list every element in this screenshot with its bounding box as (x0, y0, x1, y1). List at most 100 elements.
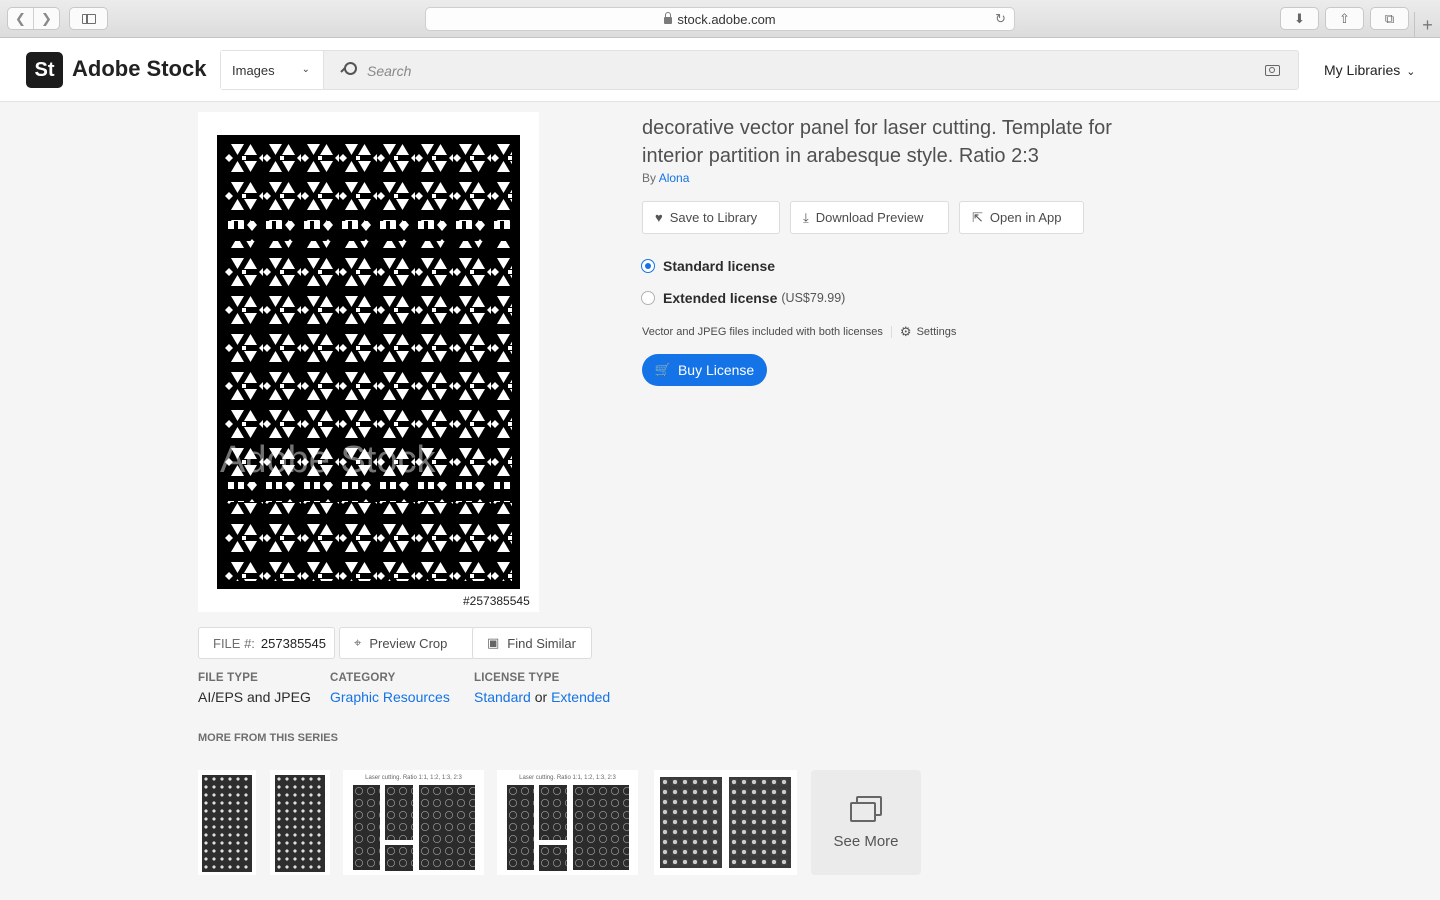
brand-name[interactable]: Adobe Stock (72, 56, 206, 82)
browser-toolbar: ❮ ❯ stock.adobe.com ↻ ⬇ ⇧ ⧉ + (0, 0, 1440, 38)
license-note-text: Vector and JPEG files included with both… (642, 326, 883, 338)
search-bar: Images ⌄ (220, 50, 1299, 90)
my-libraries-label: My Libraries (1324, 62, 1401, 78)
adobe-stock-logo[interactable]: St (26, 52, 63, 88)
preview-crop-label: Preview Crop (369, 635, 448, 651)
thumbnail-image (419, 785, 475, 870)
back-icon[interactable]: ❮ (8, 8, 34, 29)
series-thumbnail[interactable] (270, 770, 330, 875)
file-number-value: 257385545 (260, 635, 326, 651)
save-to-library-button[interactable]: ♥ Save to Library (642, 201, 780, 234)
save-to-library-label: Save to Library (669, 210, 758, 225)
download-preview-button[interactable]: ⤓ Download Preview (790, 201, 949, 234)
thumbnail-caption: Laser cutting. Ratio 1:1, 1:2, 1:3, 2:3 (519, 775, 616, 781)
see-more-button[interactable]: See More (811, 770, 921, 875)
address-bar[interactable]: stock.adobe.com ↻ (425, 7, 1015, 31)
extended-license-radio[interactable] (641, 291, 655, 305)
asset-preview-card: Adobe Stock (198, 112, 539, 612)
search-icon (341, 62, 357, 76)
laser-cut-pattern (217, 135, 520, 589)
preview-crop-button[interactable]: ⌖ Preview Crop (339, 627, 475, 659)
thumbnail-image (202, 775, 252, 872)
buy-license-button[interactable]: 🛒 Buy License (642, 354, 767, 386)
chevron-down-icon: ⌄ (1406, 66, 1416, 78)
thumbnail-image (275, 775, 325, 872)
license-type-label: LICENSE TYPE (474, 672, 560, 684)
asset-id-caption: #257385545 (463, 594, 530, 608)
thumbnail-caption: Laser cutting. Ratio 1:1, 1:2, 1:3, 2:3 (365, 775, 462, 781)
watermark: Adobe Stock (220, 439, 436, 481)
open-in-app-label: Open in App (989, 210, 1062, 225)
thumbnail-image (353, 785, 380, 870)
asset-title: decorative vector panel for laser cuttin… (642, 117, 1112, 167)
history-nav: ❮ ❯ (7, 7, 60, 30)
sidebar-toggle-button[interactable] (69, 7, 108, 30)
tabs-overview-button[interactable]: ⧉ (1370, 7, 1409, 30)
file-type-label: FILE TYPE (198, 672, 258, 684)
settings-link[interactable]: Settings (917, 326, 957, 338)
extended-license-link[interactable]: Extended (551, 689, 610, 705)
collection-icon (850, 795, 882, 823)
share-icon: ⇧ (1339, 10, 1350, 26)
series-thumbnail[interactable] (198, 770, 256, 875)
thumbnail-image (539, 785, 567, 840)
series-heading: MORE FROM THIS SERIES (198, 732, 338, 744)
thumbnail-image (729, 777, 791, 868)
author-link[interactable]: Alona (659, 171, 690, 185)
sidebar-icon (82, 14, 96, 24)
gear-icon[interactable]: ⚙ (900, 324, 912, 340)
camera-icon[interactable] (1265, 65, 1280, 76)
thumbnail-image (660, 777, 722, 868)
standard-license-link[interactable]: Standard (474, 689, 531, 705)
chevron-down-icon: ⌄ (301, 64, 310, 75)
see-more-label: See More (833, 832, 899, 850)
category-field: CATEGORY Graphic Resources (330, 672, 450, 705)
thumbnail-image (573, 785, 629, 870)
standard-license-label: Standard license (663, 258, 776, 274)
forward-icon[interactable]: ❯ (34, 8, 59, 29)
buy-license-label: Buy License (677, 362, 755, 378)
category-label: CATEGORY (330, 672, 396, 684)
file-number-box: FILE #: 257385545 (198, 627, 335, 659)
series-thumbnail[interactable] (654, 770, 797, 875)
download-circle-icon: ⬇ (1294, 10, 1305, 26)
asset-preview-image[interactable] (217, 135, 520, 589)
thumbnail-image (539, 845, 567, 871)
file-type-value: AI/EPS and JPEG (198, 689, 311, 705)
reload-icon[interactable]: ↻ (995, 11, 1006, 27)
byline: By Alona (642, 171, 689, 185)
site-header: St Adobe Stock Images ⌄ My Libraries ⌄ (0, 38, 1440, 102)
series-thumbnail[interactable]: Laser cutting. Ratio 1:1, 1:2, 1:3, 2:3 (343, 770, 484, 875)
open-in-app-button[interactable]: ⇱ Open in App (959, 201, 1084, 234)
license-type-field: LICENSE TYPE Standard or Extended (474, 672, 610, 705)
thumbnail-image (385, 785, 413, 840)
heart-icon: ♥ (655, 210, 663, 225)
extended-license-label: Extended license (663, 290, 778, 306)
file-type-field: FILE TYPE AI/EPS and JPEG (198, 672, 311, 705)
series-thumbnail[interactable]: Laser cutting. Ratio 1:1, 1:2, 1:3, 2:3 (497, 770, 638, 875)
tabs-icon: ⧉ (1384, 10, 1395, 26)
extended-license-option[interactable]: Extended license (US$79.99) (641, 290, 845, 306)
my-libraries-menu[interactable]: My Libraries ⌄ (1324, 62, 1415, 78)
license-note: Vector and JPEG files included with both… (642, 324, 956, 340)
standard-license-radio[interactable] (641, 259, 655, 273)
category-link[interactable]: Graphic Resources (330, 689, 450, 705)
downloads-button[interactable]: ⬇ (1280, 7, 1319, 30)
divider (890, 326, 892, 338)
search-input[interactable] (367, 61, 1247, 81)
crop-icon: ⌖ (354, 635, 362, 650)
download-icon: ⤓ (803, 209, 809, 225)
new-tab-button[interactable]: + (1414, 12, 1440, 38)
open-in-app-icon: ⇱ (972, 209, 983, 225)
lock-icon (664, 11, 673, 24)
share-button[interactable]: ⇧ (1325, 7, 1364, 30)
file-number-label: FILE #: (213, 635, 255, 651)
byline-prefix: By (642, 171, 657, 185)
search-type-dropdown[interactable]: Images ⌄ (221, 51, 324, 89)
license-or-text: or (534, 689, 548, 705)
find-similar-button[interactable]: ▣ Find Similar (472, 627, 592, 659)
url-text: stock.adobe.com (677, 11, 776, 27)
extended-license-price: (US$79.99) (781, 291, 846, 305)
thumbnail-image (385, 845, 413, 871)
standard-license-option[interactable]: Standard license (641, 258, 775, 274)
